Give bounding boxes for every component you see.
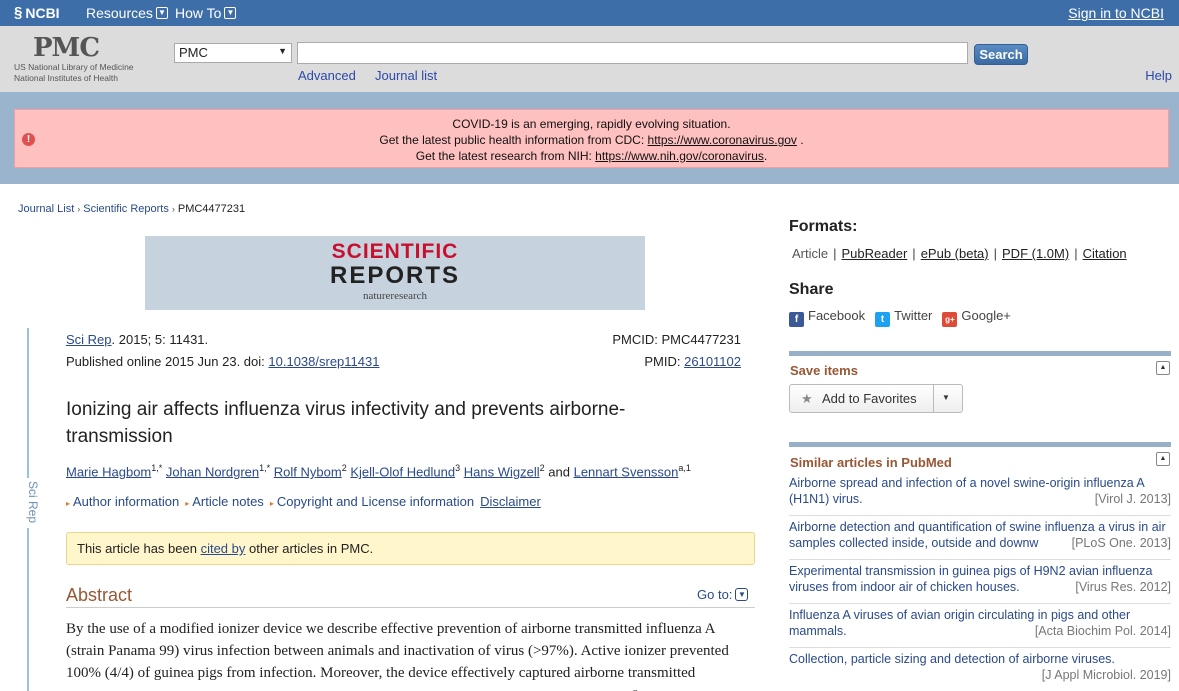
cited-by-notice: This article has been cited by other art…	[66, 532, 755, 565]
author-link[interactable]: Lennart Svensson	[574, 464, 679, 479]
ncbi-logo[interactable]: § NCBI	[14, 4, 60, 21]
formats-heading: Formats:	[789, 218, 858, 235]
panel-divider	[789, 442, 1171, 447]
doi-link[interactable]: 10.1038/srep11431	[268, 354, 379, 369]
nih-link[interactable]: https://www.nih.gov/coronavirus	[595, 149, 764, 163]
pmc-header: PMC US National Library of Medicine Nati…	[0, 26, 1179, 92]
search-button[interactable]: Search	[974, 44, 1028, 65]
cited-by-link[interactable]: cited by	[201, 541, 246, 556]
format-article: Article	[792, 246, 829, 261]
triangle-right-icon: ▸	[269, 499, 274, 508]
breadcrumb-journal-list[interactable]: Journal List	[18, 203, 74, 215]
formats-list: Article | PubReader | ePub (beta) | PDF (1.…	[792, 246, 1127, 261]
format-pdf[interactable]: PDF (1.0M)	[1002, 246, 1069, 261]
breadcrumb: Journal List › Scientific Reports › PMC44772…	[18, 203, 245, 215]
copyright-toggle[interactable]: ▸ Copyright and License information	[270, 494, 474, 509]
similar-article[interactable]: Airborne spread and infection of a novel…	[789, 475, 1171, 507]
disclaimer-link[interactable]: Disclaimer	[480, 494, 541, 509]
share-links: f Facebook t Twitter g+ Google+	[789, 308, 1011, 327]
goto-menu[interactable]: Go to: ▼	[697, 587, 749, 602]
similar-article[interactable]: Influenza A viruses of avian origin circ…	[789, 607, 1171, 639]
similar-article[interactable]: Collection, particle sizing and detectio…	[789, 651, 1171, 683]
select-arrow-icon: ▼	[278, 46, 287, 56]
abstract-heading: Abstract	[66, 585, 133, 605]
cdc-link[interactable]: https://www.coronavirus.gov	[648, 133, 797, 147]
pmid: PMID: 26101102	[644, 354, 741, 369]
similar-article[interactable]: Experimental transmission in guinea pigs…	[789, 563, 1171, 595]
covid-alert: ! COVID-19 is an emerging, rapidly evolv…	[14, 109, 1169, 168]
format-pubreader[interactable]: PubReader	[842, 246, 908, 261]
star-icon: ★	[801, 391, 813, 406]
article-info-links: ▸ Author information ▸ Article notes ▸ Copy…	[66, 494, 541, 509]
collapse-toggle-icon[interactable]: ▲	[1156, 361, 1170, 375]
author-list: Marie Hagbom1,* Johan Nordgren1,* Rolf N…	[66, 463, 691, 480]
twitter-icon: t	[875, 312, 891, 327]
author-link[interactable]: Hans Wigzell	[464, 464, 540, 479]
pmc-logo[interactable]: PMC US National Library of Medicine Nati…	[14, 34, 144, 84]
abstract-text: By the use of a modified ionizer device …	[66, 621, 729, 691]
resources-menu[interactable]: Resources ▼	[86, 5, 168, 21]
side-label: Sci Rep	[12, 478, 44, 528]
search-input[interactable]	[297, 42, 968, 64]
breadcrumb-separator: ›	[171, 204, 175, 214]
triangle-right-icon: ▸	[66, 499, 71, 508]
breadcrumb-current: PMC4477231	[177, 203, 246, 215]
journal-list-link[interactable]: Journal list	[375, 68, 437, 83]
chevron-down-icon: ▼	[224, 7, 237, 19]
chevron-down-icon: ▼	[735, 588, 749, 601]
author-information-toggle[interactable]: ▸ Author information	[66, 494, 179, 509]
share-facebook[interactable]: f Facebook	[789, 308, 865, 327]
triangle-right-icon: ▸	[185, 499, 190, 508]
share-twitter[interactable]: t Twitter	[875, 308, 932, 327]
help-link[interactable]: Help	[1145, 68, 1172, 83]
chevron-down-icon: ▼	[155, 7, 168, 19]
author-link[interactable]: Johan Nordgren	[166, 464, 259, 479]
advanced-search-link[interactable]: Advanced	[298, 68, 356, 83]
howto-menu[interactable]: How To ▼	[175, 5, 237, 21]
facebook-icon: f	[789, 312, 804, 327]
share-heading: Share	[789, 281, 834, 298]
alert-band: ! COVID-19 is an emerging, rapidly evolv…	[0, 92, 1179, 184]
article-notes-toggle[interactable]: ▸ Article notes	[185, 494, 264, 509]
ncbi-top-bar: § NCBI Resources ▼ How To ▼ Sign in to N…	[0, 0, 1179, 26]
ncbi-helix-icon: §	[14, 4, 23, 21]
article-title: Ionizing air affects influenza virus inf…	[66, 399, 626, 447]
signin-link[interactable]: Sign in to NCBI	[1068, 5, 1164, 21]
citation-line: Sci Rep. 2015; 5: 11431.	[66, 332, 209, 347]
format-epub[interactable]: ePub (beta)	[921, 246, 989, 261]
add-to-favorites-button[interactable]: ★ Add to Favorites ▼	[789, 384, 963, 413]
pmcid: PMCID: PMC4477231	[612, 332, 741, 347]
breadcrumb-separator: ›	[77, 204, 81, 214]
author-link[interactable]: Kjell-Olof Hedlund	[350, 464, 455, 479]
caret-down-icon[interactable]: ▼	[942, 393, 950, 402]
published-line: Published online 2015 Jun 23. doi: 10.10…	[66, 354, 380, 369]
collapse-toggle-icon[interactable]: ▲	[1156, 452, 1170, 466]
save-items-title: Save items	[790, 363, 858, 378]
panel-divider	[789, 351, 1171, 356]
similar-article[interactable]: Airborne detection and quantification of…	[789, 519, 1171, 551]
google-plus-icon: g+	[942, 312, 958, 327]
journal-link[interactable]: Sci Rep	[66, 332, 112, 347]
pmid-link[interactable]: 26101102	[684, 354, 741, 369]
format-citation[interactable]: Citation	[1083, 246, 1127, 261]
share-google[interactable]: g+ Google+	[942, 308, 1011, 327]
divider	[66, 607, 755, 608]
database-select[interactable]: PMC ▼	[174, 43, 292, 63]
author-link[interactable]: Rolf Nybom	[274, 464, 342, 479]
journal-banner[interactable]: SCIENTIFIC REPORTS natureresearch	[145, 236, 645, 310]
similar-articles-title: Similar articles in PubMed	[790, 455, 952, 470]
author-link[interactable]: Marie Hagbom	[66, 464, 151, 479]
breadcrumb-scientific-reports[interactable]: Scientific Reports	[83, 203, 169, 215]
